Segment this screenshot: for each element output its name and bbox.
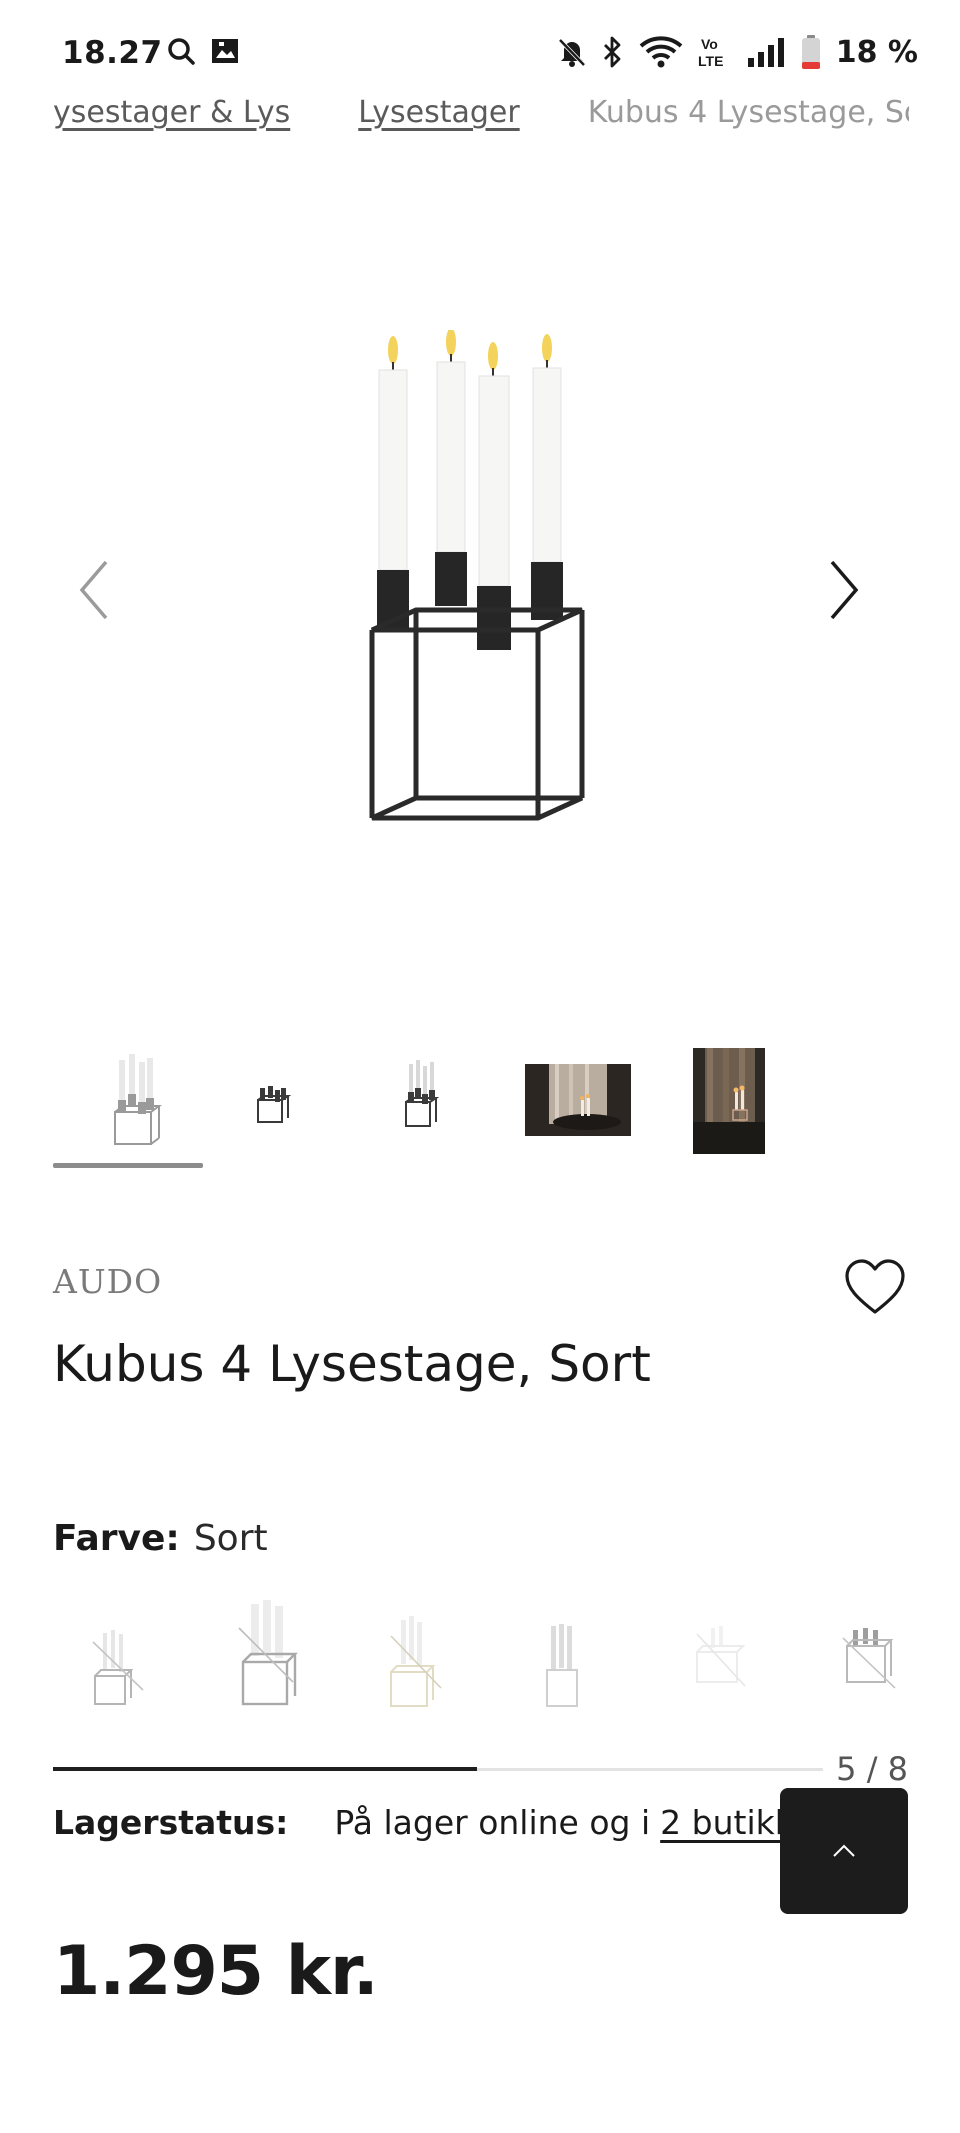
color-selector-label: Farve: Sort	[53, 1518, 268, 1559]
product-image[interactable]	[350, 330, 600, 870]
heart-icon	[845, 1259, 905, 1314]
thumbnail-5[interactable]	[693, 1030, 765, 1160]
mute-icon	[558, 38, 586, 67]
stock-text: På lager online og i	[334, 1802, 651, 1842]
stock-status: Lagerstatus: På lager online og i 2 buti…	[53, 1797, 793, 1847]
product-brand[interactable]: AUDO	[53, 1262, 162, 1301]
volte-icon: VoLTE	[698, 36, 723, 69]
status-bar: 18.27 Vo LTE 18 %	[0, 0, 960, 100]
color-variant[interactable]	[351, 1598, 471, 1738]
breadcrumb-item-lysestager-og-lys[interactable]: ysestager & Lys	[53, 95, 290, 130]
chevron-up-icon	[833, 1844, 855, 1857]
breadcrumb: ysestager & Lys Lysestager Kubus 4 Lyses…	[53, 92, 909, 132]
color-carousel-progress-fill	[53, 1767, 477, 1771]
bluetooth-icon	[603, 36, 621, 68]
gallery-icon	[212, 39, 238, 63]
status-time: 18.27	[62, 35, 163, 71]
color-variant[interactable]	[653, 1598, 773, 1738]
color-variant[interactable]	[503, 1598, 623, 1738]
stores-link[interactable]: 2 butikker	[660, 1803, 793, 1842]
thumbnail-strip	[53, 1030, 909, 1170]
svg-text:LTE: LTE	[698, 53, 723, 69]
product-gallery	[0, 150, 960, 1010]
back-to-top-button[interactable]	[780, 1788, 908, 1914]
color-variants	[53, 1598, 913, 1738]
color-variant[interactable]	[53, 1598, 173, 1738]
color-value: Sort	[193, 1518, 268, 1559]
color-label: Farve:	[53, 1518, 180, 1559]
color-variant[interactable]	[803, 1598, 923, 1738]
battery-icon	[801, 35, 820, 69]
search-icon	[168, 38, 195, 65]
thumbnail-active-indicator	[53, 1163, 203, 1168]
stock-label: Lagerstatus:	[53, 1802, 289, 1842]
thumbnail-2[interactable]	[253, 1030, 293, 1160]
chevron-left-icon	[79, 560, 108, 620]
product-title: Kubus 4 Lysestage, Sort	[53, 1335, 651, 1393]
color-carousel-counter: 5 / 8	[836, 1750, 908, 1788]
thumbnail-4[interactable]	[525, 1030, 631, 1160]
gallery-next-button[interactable]	[812, 550, 872, 630]
chevron-right-icon	[830, 560, 859, 620]
wifi-icon	[639, 36, 683, 68]
svg-text:Vo: Vo	[701, 36, 718, 52]
breadcrumb-current: Kubus 4 Lysestage, Sort	[587, 94, 909, 130]
thumbnail-3[interactable]	[401, 1030, 441, 1160]
signal-icon	[747, 38, 784, 67]
color-variant[interactable]	[201, 1598, 321, 1738]
breadcrumb-item-lysestager[interactable]: Lysestager	[358, 95, 519, 130]
thumbnail-1[interactable]	[105, 1030, 165, 1160]
product-price: 1.295 kr.	[53, 1932, 379, 2011]
gallery-prev-button[interactable]	[66, 550, 126, 630]
wishlist-button[interactable]	[843, 1258, 907, 1318]
color-carousel-progress	[53, 1767, 823, 1771]
battery-percent: 18 %	[835, 34, 918, 70]
